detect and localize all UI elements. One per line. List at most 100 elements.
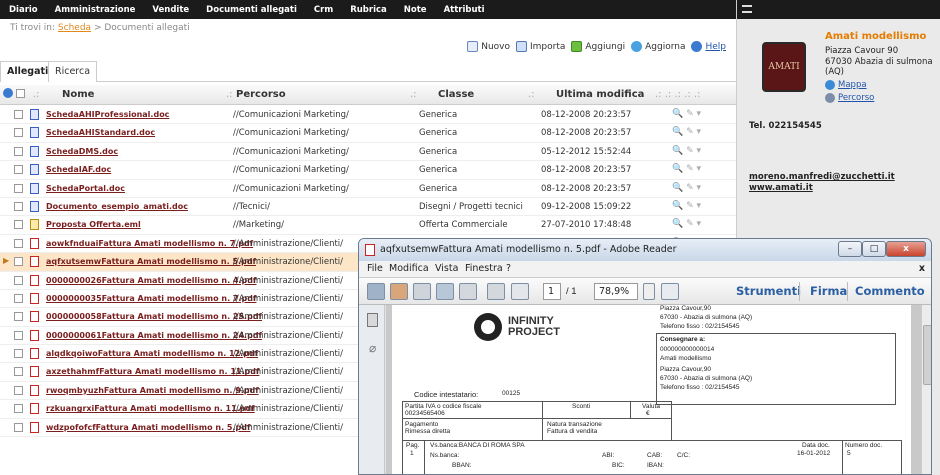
reader-menu-modifica[interactable]: Modifica [389,263,429,274]
mappa-link[interactable]: Mappa [825,80,867,90]
page-number-input[interactable]: 1 [543,283,561,300]
file-name-link[interactable]: Documento_esempio_amati.doc [46,202,188,211]
row-checkbox[interactable] [14,367,23,377]
row-checkbox[interactable] [14,220,23,230]
open-file-icon[interactable] [367,283,385,300]
strumenti-button[interactable]: Strumenti [736,284,801,298]
reader-menu-vista[interactable]: Vista [435,263,458,274]
header-ultima-modifica[interactable]: Ultima modifica [556,89,644,100]
tab-ricerca[interactable]: Ricerca [48,61,98,82]
help-button[interactable]: Help [691,41,726,52]
menu-attributi[interactable]: Attributi [435,5,493,15]
header-percorso[interactable]: Percorso [236,89,286,100]
firma-button[interactable]: Firma [810,284,847,298]
row-checkbox[interactable] [14,165,23,175]
row-checkbox[interactable] [14,110,23,119]
row-checkbox[interactable] [14,146,23,156]
page-thumbnails-icon[interactable] [367,313,378,327]
reader-menu-finestra[interactable]: Finestra [465,263,503,274]
window-titlebar[interactable]: aqfxutsemwFattura Amati modellismo n. 5.… [359,239,931,261]
reader-menu-file[interactable]: File [367,263,383,274]
file-name-link[interactable]: aowkfnduaiFattura Amati modellismo n. 7.… [46,239,253,248]
row-checkbox[interactable] [14,238,23,248]
reader-vertical-scrollbar[interactable] [921,305,931,474]
row-actions-icon[interactable]: 🔍 ✎ ▾ [672,183,701,193]
table-row[interactable]: SchedaAHIProfessional.doc //Comunicazioni… [0,106,736,125]
nuovo-button[interactable]: Nuovo [467,41,510,52]
menu-icon[interactable] [742,5,752,13]
table-row[interactable]: Documento_esempio_amati.doc //Tecnici/Dis… [0,198,736,217]
menu-rubrica[interactable]: Rubrica [341,5,395,15]
scrollbar-thumb[interactable] [923,325,931,385]
file-name-link[interactable]: 0000000035Fattura Amati modellismo n. 7.… [46,294,256,303]
header-info-icon[interactable] [3,88,13,98]
menu-vendite[interactable]: Vendite [143,5,197,15]
table-row[interactable]: Proposta Offerta.eml //Marketing/Offerta … [0,216,736,235]
menu-documenti-allegati[interactable]: Documenti allegati [197,5,305,15]
attachment-icon[interactable]: ⌀ [369,341,376,355]
file-name-link[interactable]: SchedaAHIProfessional.doc [46,110,169,119]
file-name-link[interactable]: SchedaIAF.doc [46,165,111,174]
reader-menu-help[interactable]: ? [506,263,511,274]
header-classe[interactable]: Classe [438,89,474,100]
fit-page-icon[interactable] [661,283,679,300]
maximize-button[interactable]: □ [862,241,886,257]
aggiungi-button[interactable]: Aggiungi [571,41,625,52]
file-name-link[interactable]: SchedaDMS.doc [46,147,118,156]
row-checkbox[interactable] [14,349,23,359]
aggiorna-button[interactable]: Aggiorna [631,41,685,52]
file-name-link[interactable]: wdzpofofcfFattura Amati modellismo n. 5.… [46,423,250,432]
breadcrumb-link-scheda[interactable]: Scheda [58,23,91,33]
file-name-link[interactable]: 0000000026Fattura Amati modellismo n. 4.… [46,276,256,285]
file-name-link[interactable]: 0000000061Fattura Amati modellismo n. 24… [46,331,262,340]
row-checkbox[interactable] [14,422,23,432]
row-checkbox[interactable] [14,330,23,340]
cloud-upload-icon[interactable] [436,283,454,300]
close-document-button[interactable]: x [919,263,925,274]
close-button[interactable]: x [886,241,926,257]
table-row[interactable]: SchedaPortal.doc //Comunicazioni Marketin… [0,180,736,198]
save-icon[interactable] [459,283,477,300]
row-checkbox[interactable] [14,312,23,322]
file-name-link[interactable]: SchedaPortal.doc [46,184,125,193]
row-checkbox[interactable] [14,183,23,193]
company-email-link[interactable]: moreno.manfredi@zucchetti.it [749,172,895,182]
percorso-link[interactable]: Percorso [825,93,874,103]
row-checkbox[interactable] [14,275,23,285]
menu-diario[interactable]: Diario [0,5,46,15]
file-name-link[interactable]: Proposta Offerta.eml [46,220,141,229]
table-row[interactable]: SchedaAHIStandard.doc //Comunicazioni Mar… [0,124,736,143]
zoom-input[interactable]: 78,9% [594,283,638,300]
file-name-link[interactable]: 0000000058Fattura Amati modellismo n. 25… [46,312,262,321]
row-actions-icon[interactable]: 🔍 ✎ ▾ [672,127,701,137]
menu-note[interactable]: Note [395,5,435,15]
row-checkbox[interactable] [14,257,23,267]
edit-icon[interactable] [413,283,431,300]
row-checkbox[interactable] [14,404,23,414]
row-actions-icon[interactable]: 🔍 ✎ ▾ [672,201,701,211]
row-actions-icon[interactable]: 🔍 ✎ ▾ [672,109,701,119]
importa-button[interactable]: Importa [516,41,565,52]
email-icon[interactable] [511,283,529,300]
file-name-link[interactable]: SchedaAHIStandard.doc [46,128,155,137]
create-pdf-icon[interactable] [390,283,408,300]
row-checkbox[interactable] [14,385,23,395]
select-all-checkbox[interactable] [16,89,25,98]
zoom-dropdown-icon[interactable] [643,283,655,300]
row-actions-icon[interactable]: 🔍 ✎ ▾ [672,146,701,156]
file-name-link[interactable]: aqfxutsemwFattura Amati modellismo n. 5.… [46,257,256,266]
row-actions-icon[interactable]: 🔍 ✎ ▾ [672,164,701,174]
commento-button[interactable]: Commento [855,284,925,298]
row-checkbox[interactable] [14,201,23,211]
print-icon[interactable] [487,283,505,300]
minimize-button[interactable]: – [838,241,862,257]
file-name-link[interactable]: rwoqmbyuzhFattura Amati modellismo n. 9.… [46,386,259,395]
file-name-link[interactable]: axzethahmfFattura Amati modellismo n. 11… [46,367,259,376]
row-actions-icon[interactable]: 🔍 ✎ ▾ [672,219,701,229]
file-name-link[interactable]: alqdkqoiwoFattura Amati modellismo n. 12… [46,349,258,358]
company-website-link[interactable]: www.amati.it [749,183,813,193]
row-checkbox[interactable] [14,128,23,138]
table-row[interactable]: SchedaDMS.doc //Comunicazioni Marketing/G… [0,143,736,162]
menu-amministrazione[interactable]: Amministrazione [46,5,144,15]
row-checkbox[interactable] [14,293,23,303]
